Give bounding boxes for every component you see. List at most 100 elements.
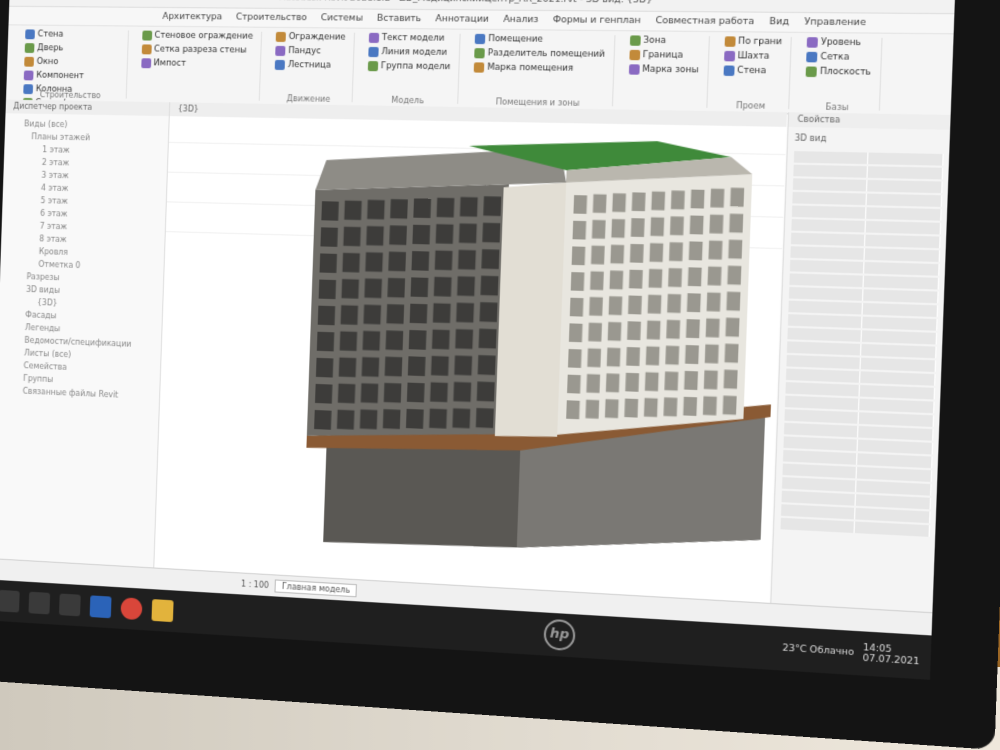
system-tray: 23°C Облачно 14:05 07.07.2021 xyxy=(782,638,920,668)
window xyxy=(481,249,500,270)
ribbon-button-label: Группа модели xyxy=(380,61,451,73)
ribbon-button[interactable]: Ограждение xyxy=(275,31,346,43)
clock[interactable]: 14:05 07.07.2021 xyxy=(862,643,920,668)
ribbon-button[interactable]: Шахта xyxy=(723,50,782,62)
tool-icon xyxy=(275,31,286,42)
ribbon-button[interactable]: Сетка xyxy=(806,51,872,63)
active-model-select[interactable]: Главная модель xyxy=(274,579,358,598)
weather-widget[interactable]: 23°C Облачно xyxy=(782,643,854,658)
property-row[interactable] xyxy=(791,205,942,221)
ribbon-button[interactable]: Текст модели xyxy=(368,32,451,44)
menu-tab[interactable]: Управление xyxy=(804,17,866,28)
property-row[interactable] xyxy=(791,219,942,235)
window xyxy=(454,355,473,376)
window xyxy=(626,347,641,367)
search-icon[interactable] xyxy=(28,591,51,615)
ribbon-button-label: Ограждение xyxy=(288,32,346,43)
ribbon-button[interactable]: Стена xyxy=(723,65,781,76)
ribbon-button[interactable]: Уровень xyxy=(806,37,873,48)
ribbon-button[interactable]: Сетка разреза стены xyxy=(141,44,252,56)
task-view-icon[interactable] xyxy=(58,593,81,617)
ribbon-button-label: Зона xyxy=(643,35,667,47)
chrome-icon[interactable] xyxy=(120,597,143,621)
properties-type[interactable]: 3D вид xyxy=(788,127,951,152)
ribbon-button[interactable]: Дверь xyxy=(24,43,120,54)
tool-icon xyxy=(474,33,486,45)
ribbon-button-label: Импост xyxy=(153,58,187,69)
window xyxy=(669,216,684,236)
3d-view[interactable]: {3D} xyxy=(154,102,787,603)
window xyxy=(566,400,580,420)
window xyxy=(406,382,425,403)
window xyxy=(409,303,428,324)
window xyxy=(649,243,664,263)
window xyxy=(709,214,724,234)
view-scale[interactable]: 1 : 100 xyxy=(241,579,269,590)
window xyxy=(686,293,701,313)
property-row[interactable] xyxy=(792,191,943,207)
ribbon-button-label: Стена xyxy=(37,29,64,40)
ribbon-button[interactable]: Марка зоны xyxy=(628,64,699,76)
window xyxy=(591,219,606,239)
start-icon[interactable] xyxy=(0,589,20,613)
tool-icon xyxy=(140,58,151,69)
menu-tab[interactable]: Строительство xyxy=(236,13,307,24)
ribbon-button[interactable]: Стеновое ограждение xyxy=(141,30,253,42)
window xyxy=(342,252,360,273)
menu-tab[interactable]: Архитектура xyxy=(162,12,222,22)
ribbon-button[interactable]: Импост xyxy=(140,58,252,69)
window xyxy=(707,266,722,286)
window xyxy=(663,397,678,417)
window xyxy=(629,243,644,263)
menu-tab[interactable]: Совместная работа xyxy=(655,16,754,27)
ribbon-button[interactable]: По грани xyxy=(724,36,782,47)
ribbon-button[interactable]: Разделитель помещений xyxy=(474,48,605,60)
ribbon-button[interactable]: Стена xyxy=(25,29,120,40)
menu-tab[interactable]: Вставить xyxy=(377,14,422,25)
window xyxy=(477,355,496,376)
ribbon-button[interactable]: Группа модели xyxy=(367,61,450,72)
ribbon-button-label: Лестница xyxy=(287,60,332,71)
file-explorer-icon[interactable] xyxy=(151,599,174,623)
ribbon-button[interactable]: Граница xyxy=(628,49,699,61)
ribbon-button[interactable]: Марка помещения xyxy=(473,62,605,74)
property-row[interactable] xyxy=(793,164,944,180)
ribbon-button[interactable]: Лестница xyxy=(274,59,345,71)
menu-tab[interactable]: Системы xyxy=(321,13,363,23)
window xyxy=(645,346,660,366)
property-row[interactable] xyxy=(792,178,943,194)
building-model[interactable] xyxy=(302,135,796,593)
ribbon-button[interactable]: Пандус xyxy=(275,45,345,57)
ribbon-group: Помещение Разделитель помещений Марка поме… xyxy=(464,33,615,108)
ribbon-button[interactable]: Компонент xyxy=(23,70,119,82)
window xyxy=(702,396,717,416)
window xyxy=(405,408,424,429)
window xyxy=(590,245,605,265)
ribbon-button-label: Марка зоны xyxy=(642,64,699,76)
ribbon-button[interactable]: Плоскость xyxy=(805,66,872,78)
window xyxy=(340,305,359,325)
tool-icon xyxy=(474,48,485,59)
window xyxy=(585,399,600,419)
window xyxy=(728,239,743,259)
window xyxy=(625,372,640,392)
window xyxy=(452,408,471,429)
tool-icon xyxy=(806,51,818,63)
ribbon-button[interactable]: Окно xyxy=(24,56,119,68)
menu-tab[interactable]: Вид xyxy=(769,17,789,28)
menu-tab[interactable]: Анализ xyxy=(503,15,539,26)
project-browser: Диспетчер проекта Виды (все) Планы этажей… xyxy=(0,99,171,578)
window xyxy=(683,396,698,416)
window xyxy=(708,240,723,260)
ribbon-button[interactable]: Помещение xyxy=(474,33,606,46)
window xyxy=(650,217,665,237)
ribbon-button[interactable]: Зона xyxy=(629,35,699,46)
window xyxy=(321,201,339,221)
revit-icon[interactable] xyxy=(89,595,112,619)
menu-tab[interactable]: Формы и генплан xyxy=(553,15,641,26)
property-row[interactable] xyxy=(793,151,944,166)
ribbon-button[interactable]: Линия модели xyxy=(367,46,451,58)
ribbon-button-label: Плоскость xyxy=(819,66,872,78)
window xyxy=(458,223,477,244)
menu-tab[interactable]: Аннотации xyxy=(435,14,489,25)
